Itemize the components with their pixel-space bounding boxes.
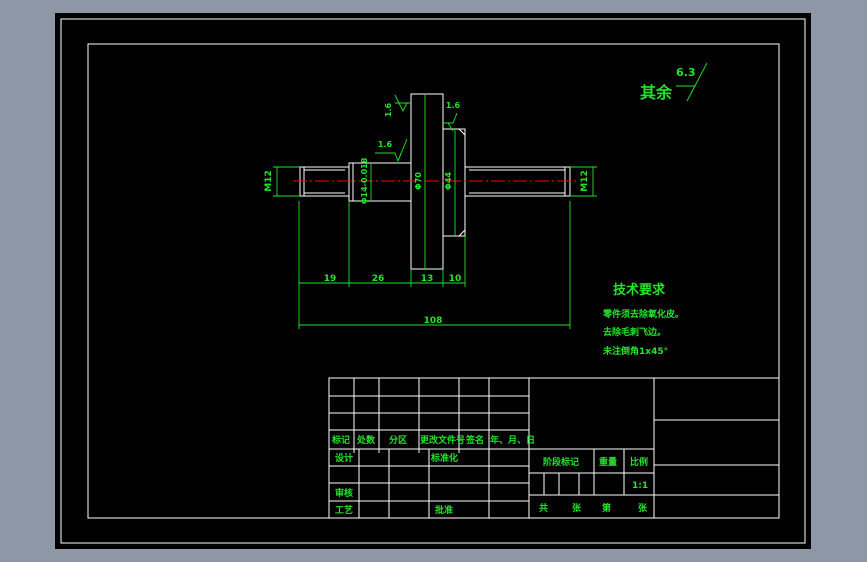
finish-mark-3: 1.6: [378, 140, 393, 149]
left-thread-dim: M12: [264, 170, 274, 191]
rest-finish-value: 6.3: [676, 66, 696, 79]
tech-req-title: 技术要求: [613, 282, 666, 298]
tb-standardize: 标准化: [430, 452, 458, 464]
rest-finish-label: 其余: [640, 83, 673, 102]
right-thread-dim: M12: [580, 170, 590, 191]
tb-date: 年、月、日: [490, 434, 535, 446]
tech-req-item-1: 零件须去除氧化皮。: [602, 308, 684, 320]
tb-review: 审核: [335, 487, 353, 499]
shaft-part: [293, 93, 577, 270]
length-dim-1: 19: [324, 274, 337, 284]
neck-dim: Φ14-0.018: [360, 157, 369, 204]
tb-count: 处数: [356, 434, 376, 446]
dimension-lines: [273, 94, 597, 329]
inner-frame: [87, 43, 780, 519]
finish-symbol-2: [443, 112, 458, 132]
shoulder-dim: Φ44: [444, 172, 453, 190]
tb-total: 共: [539, 502, 548, 514]
tech-req-item-3: 未注倒角1x45°: [602, 345, 668, 357]
tb-sheet-word: 张: [572, 502, 582, 514]
tb-change-doc: 更改文件号: [420, 434, 465, 446]
tb-mark: 标记: [331, 434, 350, 446]
length-dim-4: 10: [449, 274, 462, 284]
length-dim-2: 26: [372, 274, 385, 284]
tb-scale-value: 1:1: [632, 481, 648, 491]
engineering-drawing: M12 M12 Φ14-0.018 Φ70 Φ44 19 26 13 10 10…: [60, 18, 806, 544]
drawing-sheet: M12 M12 Φ14-0.018 Φ70 Φ44 19 26 13 10 10…: [55, 13, 811, 549]
tb-zone: 分区: [389, 434, 407, 446]
overall-length-dim: 108: [424, 316, 443, 326]
finish-mark-1: 1.6: [384, 102, 393, 117]
tb-design: 设计: [335, 452, 353, 464]
tb-approve: 批准: [435, 504, 453, 516]
finish-symbol-1: [394, 94, 411, 113]
tech-req-item-2: 去除毛刺飞边。: [603, 326, 666, 338]
tb-page-ordinal: 第: [602, 502, 611, 514]
tb-process: 工艺: [335, 504, 353, 516]
length-dim-3: 13: [421, 274, 434, 284]
title-block: [328, 377, 780, 519]
tb-weight: 重量: [599, 456, 617, 468]
tb-signature: 签名: [465, 434, 484, 446]
neck-section: [348, 162, 412, 202]
flange-dim: Φ70: [414, 172, 423, 190]
tb-scale-label: 比例: [630, 456, 648, 468]
tb-stage-mark: 阶段标记: [543, 456, 579, 468]
finish-mark-2: 1.6: [446, 101, 461, 110]
tb-page-word: 张: [638, 502, 648, 514]
